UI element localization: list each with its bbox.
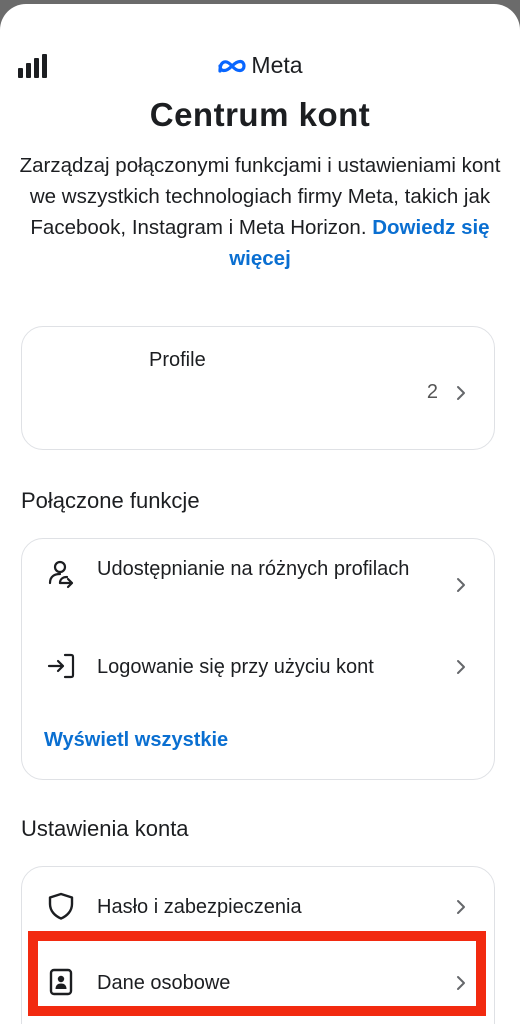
- id-card-icon: [49, 968, 73, 996]
- profiles-label: Profile: [149, 349, 206, 371]
- connected-item-label: Udostępnianie na różnych profilach: [97, 558, 410, 580]
- profiles-count: 2: [426, 381, 438, 403]
- connected-item-login-with-accounts[interactable]: Logowanie się przy użyciu kont: [22, 647, 494, 687]
- show-all-link[interactable]: Wyświetl wszystkie: [44, 729, 228, 752]
- shield-icon: [48, 892, 74, 920]
- connected-item-cross-profile-sharing[interactable]: Udostępnianie na różnych profilach: [22, 555, 494, 617]
- chevron-right-icon: [457, 900, 465, 914]
- settings-item-label: Hasło i zabezpieczenia: [97, 896, 302, 918]
- connected-features-title: Połączone funkcje: [21, 488, 200, 513]
- profiles-card[interactable]: Profile 2: [21, 326, 495, 450]
- chevron-right-icon: [457, 578, 465, 592]
- connected-item-label: Logowanie się przy użyciu kont: [97, 656, 374, 678]
- page-description: Zarządzaj połączonymi funkcjami i ustawi…: [14, 150, 506, 274]
- account-settings-title: Ustawienia konta: [21, 816, 189, 841]
- account-settings-card: Hasło i zabezpieczenia Dane osobowe: [21, 866, 495, 1024]
- connected-features-card: Udostępnianie na różnych profilach Logow…: [21, 538, 495, 780]
- chevron-right-icon: [457, 976, 465, 990]
- profile-share-icon: [48, 560, 74, 589]
- meta-brand-text: Meta: [251, 52, 303, 78]
- page-title: Centrum kont: [149, 96, 371, 133]
- chevron-right-icon: [457, 660, 465, 674]
- accounts-center-sheet: Meta Centrum kont Zarządzaj połączonymi …: [0, 4, 520, 1024]
- chevron-right-icon: [457, 386, 465, 400]
- login-arrow-icon: [47, 653, 75, 679]
- settings-item-password-security[interactable]: Hasło i zabezpieczenia: [22, 887, 494, 927]
- meta-infinity-icon: [218, 59, 247, 73]
- settings-item-personal-details[interactable]: Dane osobowe: [22, 963, 494, 1003]
- meta-logo: Meta: [0, 52, 520, 82]
- settings-item-label: Dane osobowe: [97, 972, 231, 994]
